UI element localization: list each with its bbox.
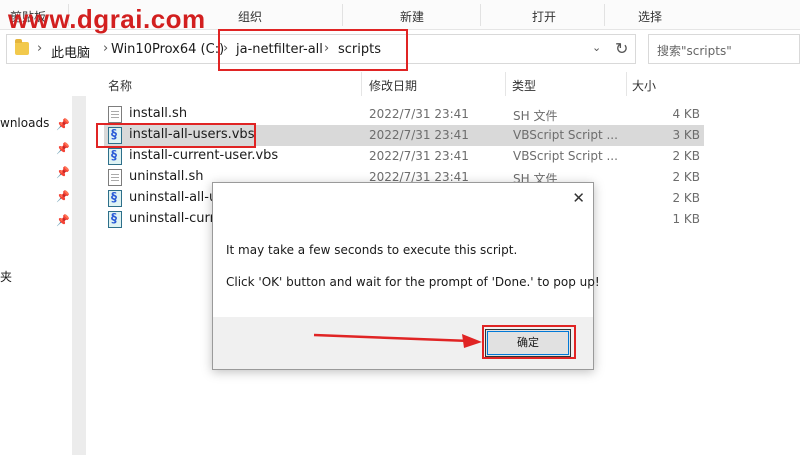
- annotation-arrow: [313, 333, 482, 348]
